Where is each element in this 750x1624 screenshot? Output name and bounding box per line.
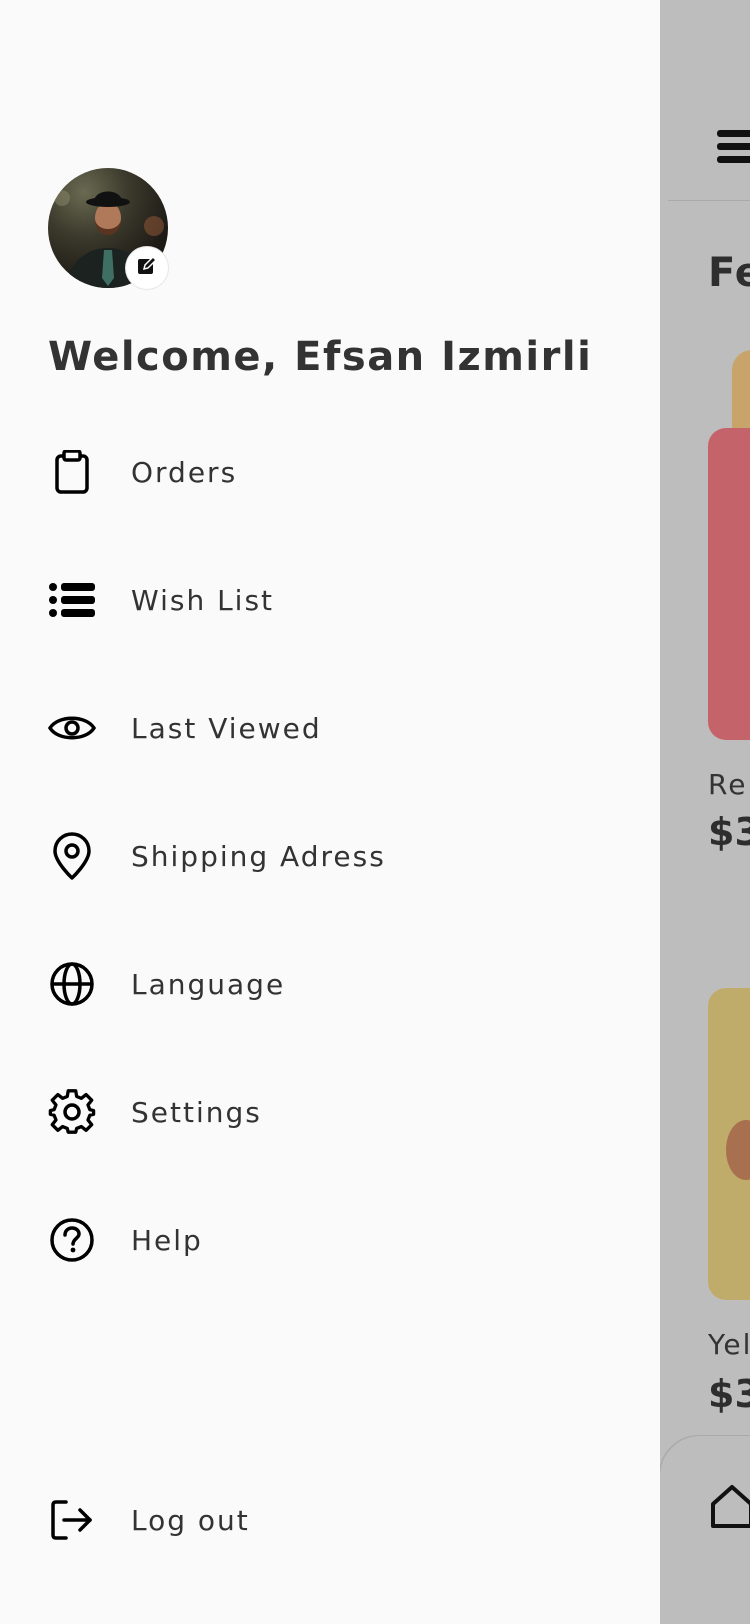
menu-item-settings[interactable]: Settings (48, 1084, 608, 1140)
product-name: Yel (708, 1328, 750, 1361)
header-divider (668, 200, 750, 201)
logout-label: Log out (131, 1503, 250, 1537)
menu-item-shipping-address[interactable]: Shipping Adress (48, 828, 608, 884)
logout-icon (48, 1496, 96, 1544)
welcome-title: Welcome, Efsan Izmirli (48, 334, 593, 380)
home-icon (710, 1484, 750, 1534)
clipboard-icon (48, 448, 96, 496)
menu-item-language[interactable]: Language (48, 956, 608, 1012)
list-icon (48, 576, 96, 624)
gear-icon (48, 1088, 96, 1136)
product-price: $3 (708, 810, 750, 854)
section-title: Fe (708, 250, 750, 296)
background-page: Fe Re $3 Yel $3 (660, 0, 750, 1624)
eye-icon (48, 704, 96, 752)
product-price: $3 (708, 1372, 750, 1416)
menu-item-label: Settings (131, 1095, 262, 1129)
menu-item-last-viewed[interactable]: Last Viewed (48, 700, 608, 756)
menu-item-orders[interactable]: Orders (48, 444, 608, 500)
globe-icon (48, 960, 96, 1008)
edit-icon (136, 255, 158, 281)
help-circle-icon (48, 1216, 96, 1264)
map-pin-icon (48, 832, 96, 880)
navigation-drawer: Welcome, Efsan Izmirli Orders Wish List (0, 0, 660, 1624)
menu-item-label: Help (131, 1223, 203, 1257)
hamburger-menu-icon (717, 130, 750, 168)
menu-item-label: Wish List (131, 583, 275, 617)
product-name: Re (708, 768, 748, 801)
menu-item-wish-list[interactable]: Wish List (48, 572, 608, 628)
menu-item-label: Last Viewed (131, 711, 322, 745)
menu-item-label: Language (131, 967, 286, 1001)
product-card-image (708, 428, 750, 740)
menu-item-label: Shipping Adress (131, 839, 386, 873)
edit-avatar-button[interactable] (126, 247, 168, 289)
menu-item-help[interactable]: Help (48, 1212, 608, 1268)
logout-button[interactable]: Log out (48, 1492, 608, 1548)
menu-item-label: Orders (131, 455, 238, 489)
